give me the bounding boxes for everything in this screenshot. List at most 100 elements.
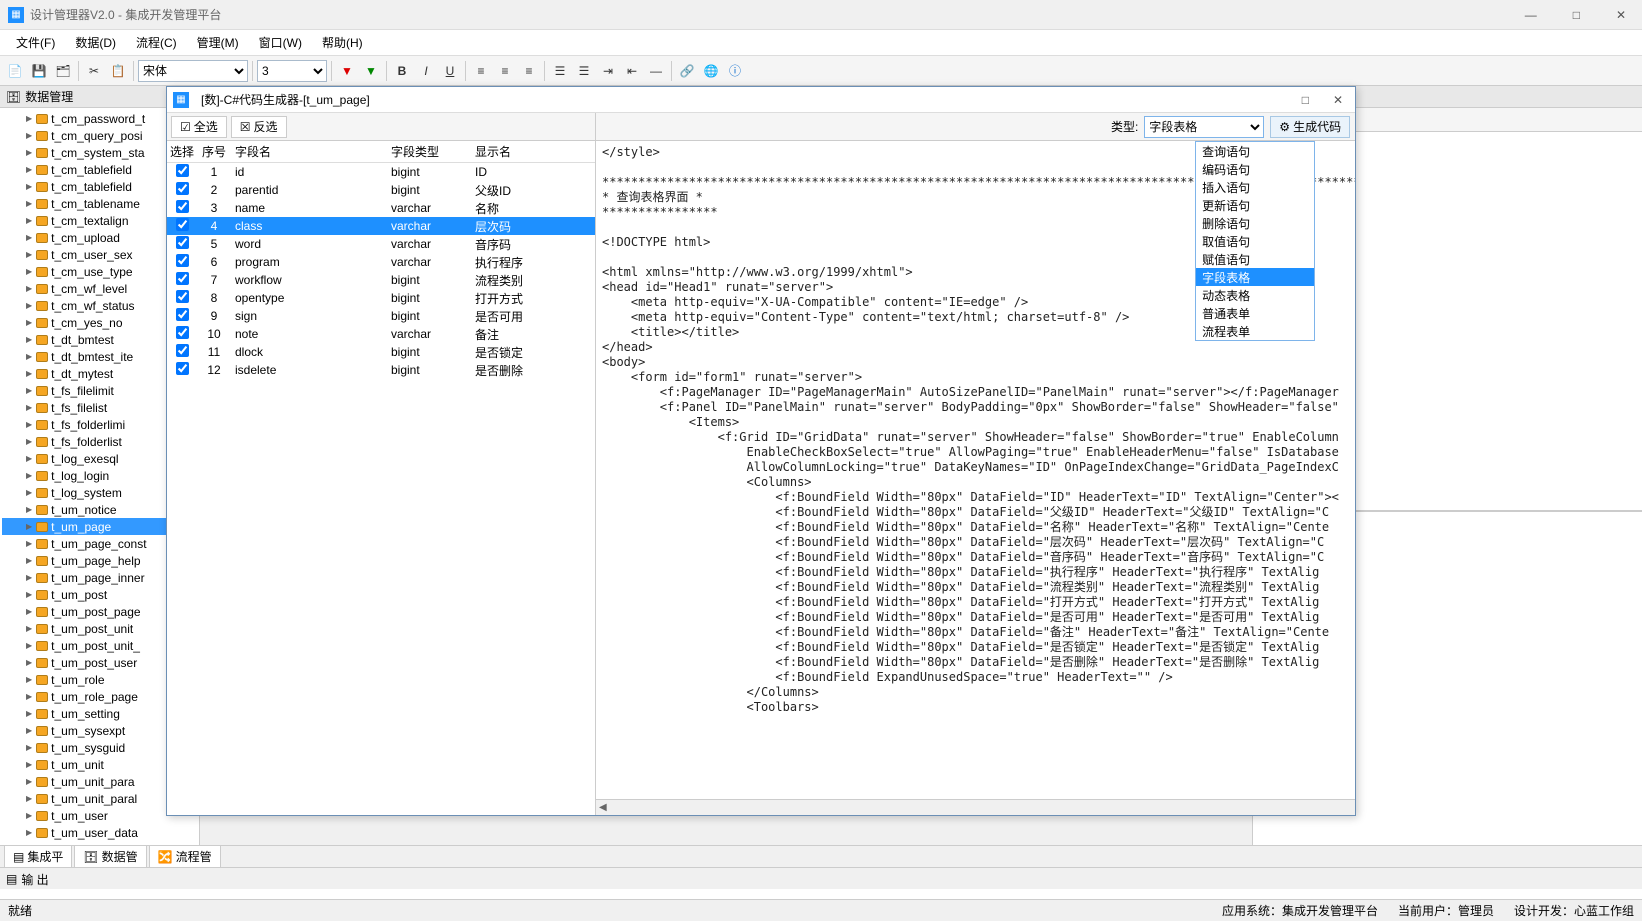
- color-button[interactable]: ▼: [336, 60, 358, 82]
- table-icon: [36, 386, 48, 396]
- dropdown-item[interactable]: 赋值语句: [1196, 250, 1314, 268]
- menu-item[interactable]: 帮助(H): [314, 32, 371, 53]
- table-icon: [36, 182, 48, 192]
- tab-icon: 🔀: [158, 850, 173, 864]
- table-icon: [36, 131, 48, 141]
- field-row[interactable]: 4classvarchar层次码: [167, 217, 595, 235]
- field-checkbox[interactable]: [176, 182, 189, 195]
- link-button[interactable]: 🔗: [676, 60, 698, 82]
- field-row[interactable]: 10notevarchar备注: [167, 325, 595, 343]
- cut-button[interactable]: ✂: [83, 60, 105, 82]
- dropdown-item[interactable]: 动态表格: [1196, 286, 1314, 304]
- field-row[interactable]: 1idbigintID: [167, 163, 595, 181]
- minimize-button[interactable]: —: [1517, 6, 1545, 24]
- codegen-maximize-button[interactable]: □: [1296, 91, 1315, 109]
- menu-item[interactable]: 数据(D): [67, 32, 124, 53]
- field-checkbox[interactable]: [176, 308, 189, 321]
- world-button[interactable]: 🌐: [700, 60, 722, 82]
- paste-button[interactable]: 📋: [107, 60, 129, 82]
- code-toolbar: 类型: 字段表格 ⚙生成代码 ⊘关闭 查询语句编码语句插入语句更新语句删除语句取…: [596, 113, 1355, 141]
- field-checkbox[interactable]: [176, 362, 189, 375]
- field-checkbox[interactable]: [176, 254, 189, 267]
- field-checkbox[interactable]: [176, 236, 189, 249]
- font-select[interactable]: 宋体: [138, 60, 248, 82]
- dropdown-item[interactable]: 流程表单: [1196, 322, 1314, 340]
- field-row[interactable]: 6programvarchar执行程序: [167, 253, 595, 271]
- type-label: 类型:: [1111, 118, 1138, 135]
- field-checkbox[interactable]: [176, 290, 189, 303]
- codegen-window: ▦ [数]-C#代码生成器-[t_um_page] □ ✕ ☑全选 ☒反选 选择…: [166, 86, 1356, 816]
- table-icon: [36, 624, 48, 634]
- codegen-close-button[interactable]: ✕: [1327, 91, 1349, 109]
- menu-item[interactable]: 文件(F): [8, 32, 63, 53]
- list-ul-button[interactable]: ☰: [549, 60, 571, 82]
- field-row[interactable]: 2parentidbigint父级ID: [167, 181, 595, 199]
- type-dropdown[interactable]: 查询语句编码语句插入语句更新语句删除语句取值语句赋值语句字段表格动态表格普通表单…: [1195, 141, 1315, 341]
- field-row[interactable]: 8opentypebigint打开方式: [167, 289, 595, 307]
- code-hscroll[interactable]: [596, 799, 1355, 815]
- codegen-titlebar[interactable]: ▦ [数]-C#代码生成器-[t_um_page] □ ✕: [167, 87, 1355, 113]
- list-ol-button[interactable]: ☰: [573, 60, 595, 82]
- field-row[interactable]: 12isdeletebigint是否删除: [167, 361, 595, 379]
- field-toolbar: ☑全选 ☒反选: [167, 113, 595, 141]
- table-icon: [36, 539, 48, 549]
- field-checkbox[interactable]: [176, 344, 189, 357]
- underline-button[interactable]: U: [439, 60, 461, 82]
- field-checkbox[interactable]: [176, 272, 189, 285]
- field-row[interactable]: 5wordvarchar音序码: [167, 235, 595, 253]
- table-icon: [36, 250, 48, 260]
- close-button[interactable]: ✕: [1608, 6, 1634, 24]
- outdent-button[interactable]: ⇤: [621, 60, 643, 82]
- align-right-button[interactable]: ≡: [518, 60, 540, 82]
- table-icon: [36, 675, 48, 685]
- menu-item[interactable]: 管理(M): [189, 32, 247, 53]
- align-center-button[interactable]: ≡: [494, 60, 516, 82]
- field-checkbox[interactable]: [176, 326, 189, 339]
- save-button[interactable]: 💾: [28, 60, 50, 82]
- table-icon: [36, 267, 48, 277]
- dropdown-item[interactable]: 字段表格: [1196, 268, 1314, 286]
- field-grid[interactable]: 选择 序号 字段名 字段类型 显示名 1idbigintID2parentidb…: [167, 141, 595, 815]
- statusbar: 就绪 应用系统：集成开发管理平台 当前用户：管理员 设计开发：心蓝工作组: [0, 899, 1642, 921]
- dropdown-item[interactable]: 编码语句: [1196, 160, 1314, 178]
- field-row[interactable]: 11dlockbigint是否锁定: [167, 343, 595, 361]
- select-all-button[interactable]: ☑全选: [171, 116, 227, 138]
- bottom-tab[interactable]: ▤集成平: [4, 845, 72, 868]
- invert-sel-button[interactable]: ☒反选: [231, 116, 287, 138]
- menu-item[interactable]: 流程(C): [128, 32, 185, 53]
- indent-button[interactable]: ⇥: [597, 60, 619, 82]
- field-checkbox[interactable]: [176, 218, 189, 231]
- table-icon: [36, 709, 48, 719]
- dropdown-item[interactable]: 查询语句: [1196, 142, 1314, 160]
- italic-button[interactable]: I: [415, 60, 437, 82]
- maximize-button[interactable]: □: [1565, 6, 1588, 24]
- new-button[interactable]: 📄: [4, 60, 26, 82]
- menu-item[interactable]: 窗口(W): [251, 32, 310, 53]
- info-button[interactable]: ⓘ: [724, 60, 746, 82]
- field-row[interactable]: 7workflowbigint流程类别: [167, 271, 595, 289]
- dropdown-item[interactable]: 插入语句: [1196, 178, 1314, 196]
- dropdown-item[interactable]: 更新语句: [1196, 196, 1314, 214]
- table-icon: [36, 335, 48, 345]
- field-checkbox[interactable]: [176, 200, 189, 213]
- col-disp: 显示名: [475, 143, 595, 160]
- align-left-button[interactable]: ≡: [470, 60, 492, 82]
- bold-button[interactable]: B: [391, 60, 413, 82]
- field-row[interactable]: 9signbigint是否可用: [167, 307, 595, 325]
- bottom-tab[interactable]: 🔀流程管: [149, 845, 221, 868]
- dropdown-item[interactable]: 删除语句: [1196, 214, 1314, 232]
- highlight-button[interactable]: ▼: [360, 60, 382, 82]
- bottom-tab[interactable]: 🗄数据管: [74, 845, 146, 868]
- dropdown-item[interactable]: 取值语句: [1196, 232, 1314, 250]
- table-icon: [36, 114, 48, 124]
- tree-item[interactable]: t_um_user_data: [2, 824, 197, 841]
- hr-button[interactable]: —: [645, 60, 667, 82]
- dropdown-item[interactable]: 普通表单: [1196, 304, 1314, 322]
- field-checkbox[interactable]: [176, 164, 189, 177]
- gen-code-button[interactable]: ⚙生成代码: [1270, 116, 1350, 138]
- save-all-button[interactable]: 🗂: [52, 60, 74, 82]
- field-row[interactable]: 3namevarchar名称: [167, 199, 595, 217]
- type-select[interactable]: 字段表格: [1144, 116, 1264, 138]
- window-title: 设计管理器V2.0 - 集成开发管理平台: [30, 6, 1517, 23]
- size-select[interactable]: 3: [257, 60, 327, 82]
